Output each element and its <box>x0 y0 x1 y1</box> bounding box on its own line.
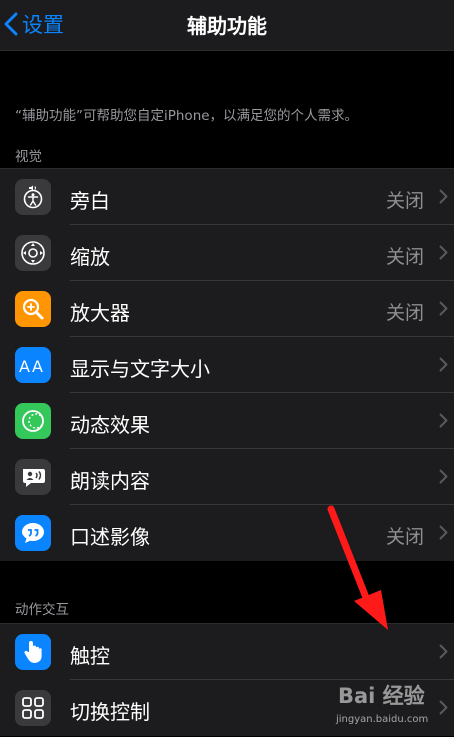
row-magnifier[interactable]: 放大器 关闭 <box>0 281 454 337</box>
row-value: 关闭 <box>385 302 424 324</box>
row-label: 动态效果 <box>70 413 150 437</box>
row-motion[interactable]: 动态效果 <box>0 393 454 449</box>
vision-group: 旁白 关闭 缩放 关闭 放大器 关闭 A A 显示与文字大小 动态效果 朗读内容… <box>0 168 454 561</box>
row-label: 放大器 <box>70 301 130 325</box>
row-spoken-content[interactable]: 朗读内容 <box>0 449 454 505</box>
chevron-right-icon <box>439 245 448 260</box>
row-audio-descriptions[interactable]: 口述影像 关闭 <box>0 505 454 561</box>
accessibility-description: “辅助功能”可帮助您自定iPhone，以满足您的个人需求。 <box>15 108 359 124</box>
spoken-content-icon <box>15 459 51 495</box>
page-title: 辅助功能 <box>187 14 267 38</box>
row-label: 旁白 <box>70 189 110 213</box>
voiceover-icon <box>15 179 51 215</box>
text-size-icon: A A <box>15 347 51 383</box>
magnifier-icon <box>15 291 51 327</box>
chevron-right-icon <box>439 700 448 715</box>
chevron-right-icon <box>439 413 448 428</box>
row-label: 触控 <box>70 644 110 668</box>
row-label: 口述影像 <box>70 525 150 549</box>
section-header-physical-motor: 动作交互 <box>15 602 69 618</box>
row-switch-control[interactable]: 切换控制 <box>0 680 454 736</box>
row-voiceover[interactable]: 旁白 关闭 <box>0 169 454 225</box>
motion-icon <box>15 403 51 439</box>
chevron-right-icon <box>439 644 448 659</box>
row-value: 关闭 <box>385 526 424 548</box>
chevron-right-icon <box>439 469 448 484</box>
chevron-right-icon <box>439 525 448 540</box>
navigation-bar: 设置 辅助功能 <box>0 0 454 51</box>
switch-control-icon <box>15 690 51 726</box>
accessibility-screen: 设置 辅助功能 “辅助功能”可帮助您自定iPhone，以满足您的个人需求。 视觉… <box>0 0 454 737</box>
svg-text:A: A <box>32 357 43 376</box>
row-display-text-size[interactable]: A A 显示与文字大小 <box>0 337 454 393</box>
chevron-right-icon <box>439 357 448 372</box>
row-label: 缩放 <box>70 245 110 269</box>
svg-text:A: A <box>19 357 30 376</box>
section-header-vision: 视觉 <box>15 149 42 165</box>
touch-icon <box>15 634 51 670</box>
physical-motor-group: 触控 切换控制 <box>0 623 454 736</box>
row-value: 关闭 <box>385 246 424 268</box>
row-zoom[interactable]: 缩放 关闭 <box>0 225 454 281</box>
row-label: 显示与文字大小 <box>70 357 210 381</box>
audio-description-icon <box>15 515 51 551</box>
row-touch[interactable]: 触控 <box>0 624 454 680</box>
row-label: 切换控制 <box>70 700 150 724</box>
zoom-icon <box>15 235 51 271</box>
row-value: 关闭 <box>385 190 424 212</box>
chevron-right-icon <box>439 189 448 204</box>
row-label: 朗读内容 <box>70 469 150 493</box>
chevron-right-icon <box>439 301 448 316</box>
